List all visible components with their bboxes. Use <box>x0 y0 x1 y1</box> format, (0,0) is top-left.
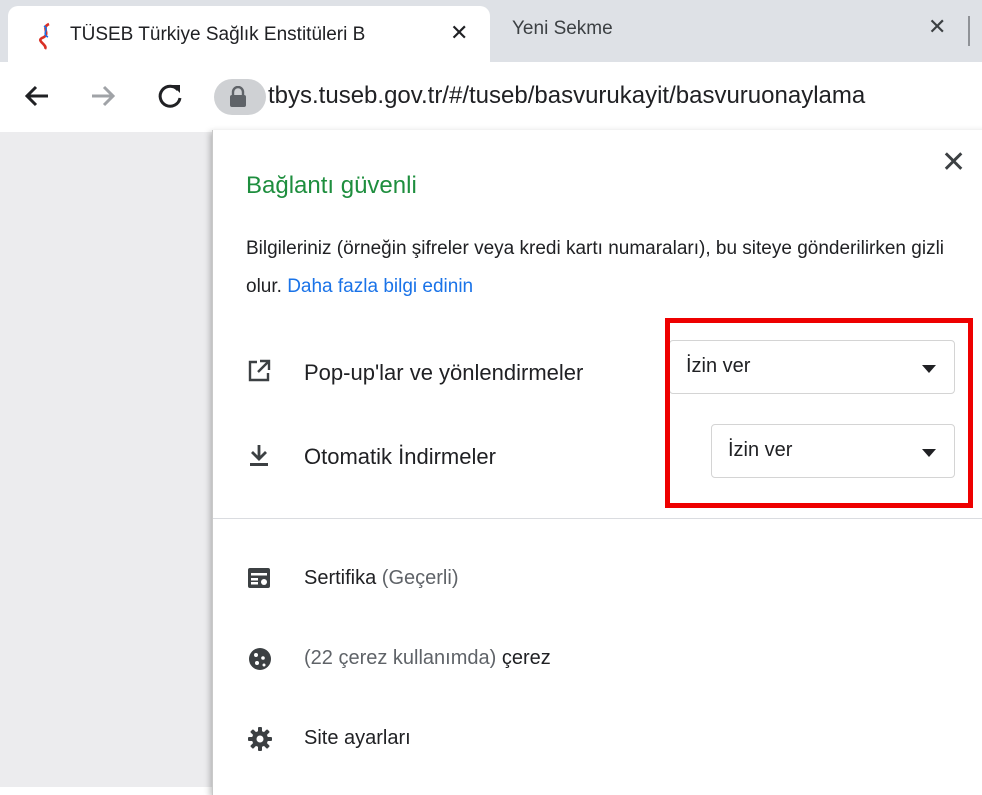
address-bar-url[interactable]: tbys.tuseb.gov.tr/#/tuseb/basvurukayit/b… <box>268 82 865 110</box>
certificate-text: Sertifika <box>304 567 377 589</box>
lock-icon <box>230 86 246 107</box>
certificate-icon <box>248 568 270 588</box>
tab-title: TÜSEB Türkiye Sağlık Enstitüleri B <box>70 24 366 45</box>
certificate-label: Sertifika (Geçerli) <box>304 567 458 590</box>
reload-icon <box>158 84 182 108</box>
external-link-icon <box>248 359 271 382</box>
cookie-icon <box>249 648 271 670</box>
tab-title: Yeni Sekme <box>512 18 613 39</box>
tab-separator <box>968 16 970 46</box>
highlight-box <box>665 318 973 508</box>
forward-button[interactable] <box>82 76 122 116</box>
connection-description: Bilgileriniz (örneğin şifreler veya kred… <box>246 230 966 306</box>
site-info-popup: ✕ Bağlantı güvenli Bilgileriniz (örneğin… <box>212 130 982 795</box>
cookies-row[interactable]: (22 çerez kullanımda) çerez <box>246 635 946 685</box>
tab-close-icon[interactable]: ✕ <box>928 14 946 40</box>
back-arrow-icon <box>24 85 48 107</box>
cookies-text: çerez <box>496 647 551 669</box>
certificate-status: (Geçerli) <box>376 567 459 589</box>
gear-icon <box>248 727 272 751</box>
site-settings-label: Site ayarları <box>304 727 411 749</box>
tab-close-icon[interactable]: ✕ <box>450 20 468 46</box>
cookies-count: (22 çerez kullanımda) <box>304 647 497 669</box>
cookies-label: (22 çerez kullanımda) çerez <box>304 647 551 670</box>
tab-strip: TÜSEB Türkiye Sağlık Enstitüleri B ✕ Yen… <box>0 0 982 62</box>
download-icon <box>250 445 268 466</box>
browser-toolbar: tbys.tuseb.gov.tr/#/tuseb/basvurukayit/b… <box>0 62 982 132</box>
tab-new-tab[interactable]: Yeni Sekme ✕ <box>490 6 960 58</box>
permission-label: Pop-up'lar ve yönlendirmeler <box>304 360 584 385</box>
forward-arrow-icon <box>92 85 116 107</box>
permission-label: Otomatik İndirmeler <box>304 444 496 469</box>
certificate-row[interactable]: Sertifika (Geçerli) <box>246 555 946 605</box>
connection-secure-title: Bağlantı güvenli <box>246 172 417 199</box>
close-icon[interactable]: ✕ <box>941 148 966 178</box>
tuseb-logo-icon <box>39 22 50 50</box>
divider <box>213 518 982 519</box>
back-button[interactable] <box>18 76 58 116</box>
site-info-button[interactable] <box>214 79 266 115</box>
site-settings-row[interactable]: Site ayarları <box>246 715 946 765</box>
tab-tuseb[interactable]: TÜSEB Türkiye Sağlık Enstitüleri B ✕ <box>8 6 490 62</box>
reload-button[interactable] <box>150 76 190 116</box>
learn-more-link[interactable]: Daha fazla bilgi edinin <box>287 276 473 297</box>
